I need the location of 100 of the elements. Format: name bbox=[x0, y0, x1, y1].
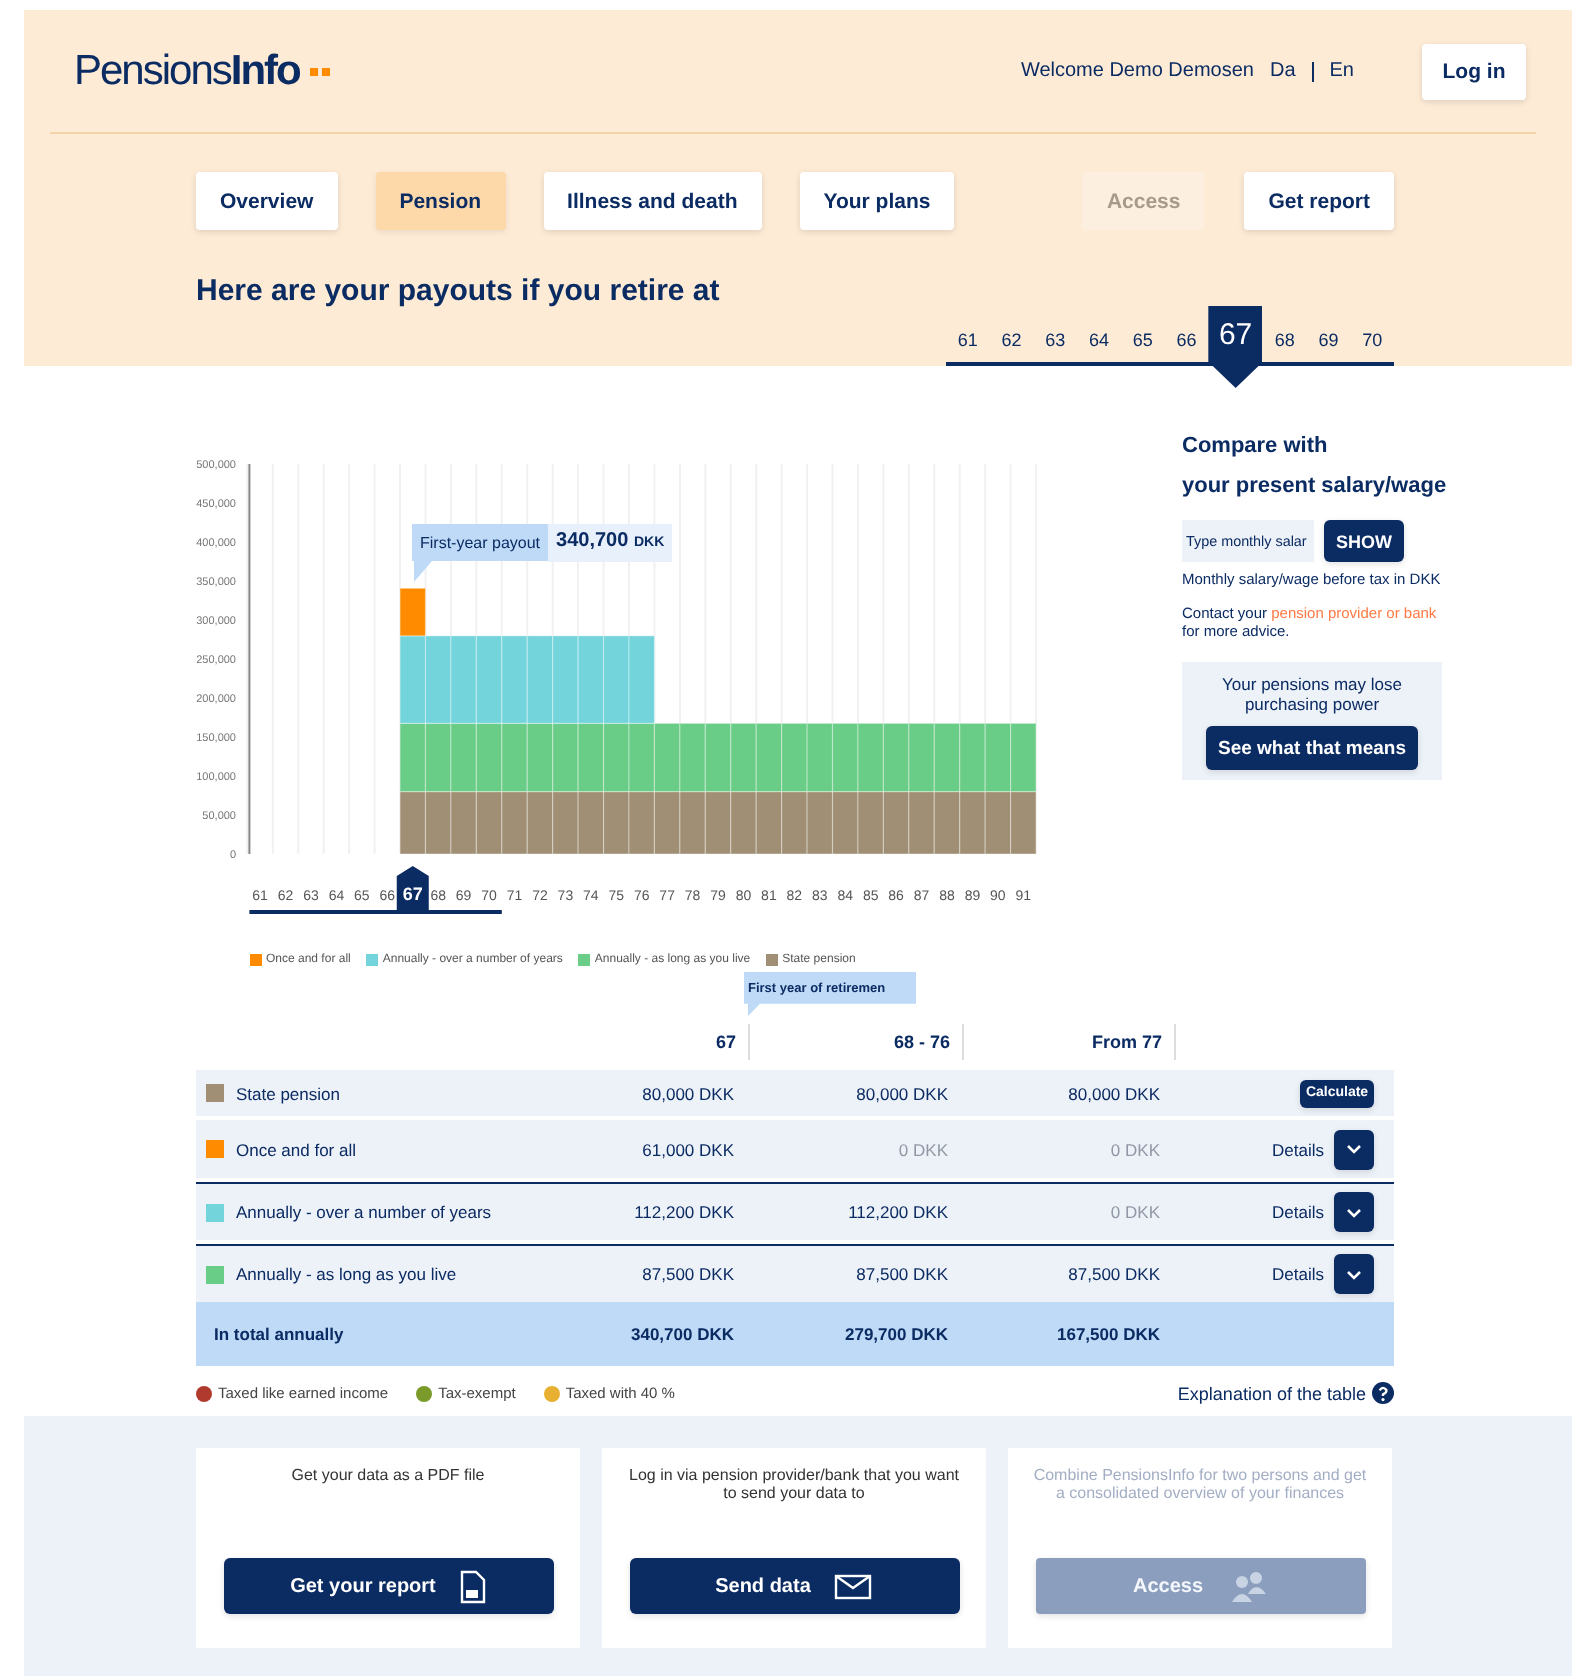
bar bbox=[628, 635, 656, 724]
age-option[interactable]: 70 bbox=[1350, 318, 1395, 362]
help-icon bbox=[1372, 1382, 1394, 1404]
row-label: Annually - over a number of years bbox=[236, 1202, 492, 1222]
chevron-icon bbox=[1344, 1265, 1364, 1283]
explanation-link[interactable]: Explanation of the table bbox=[1177, 1383, 1366, 1403]
card-button[interactable]: Send data bbox=[629, 1558, 959, 1614]
nav-button[interactable]: Get report bbox=[1244, 172, 1394, 230]
table-cell-text: 80,000 DKK bbox=[1066, 1083, 1162, 1103]
bar bbox=[602, 635, 630, 724]
compare-heading: Compare with your present salary/wage bbox=[1182, 432, 1449, 502]
details-link[interactable]: Details bbox=[1272, 1264, 1324, 1284]
bar bbox=[450, 791, 477, 855]
bar bbox=[526, 722, 554, 793]
bar bbox=[628, 722, 656, 793]
row-label: Once and for all bbox=[236, 1139, 357, 1159]
logo[interactable]: PensionsInfo bbox=[74, 47, 300, 95]
age-option[interactable]: 61 bbox=[946, 318, 990, 362]
envelope-icon bbox=[834, 1573, 873, 1599]
nav-tab[interactable]: Overview bbox=[196, 172, 338, 230]
age-option[interactable]: 64 bbox=[1077, 318, 1121, 362]
bar bbox=[857, 791, 884, 855]
bar bbox=[653, 791, 681, 855]
bar bbox=[755, 791, 783, 855]
bar bbox=[933, 722, 961, 793]
column-header: From 77 bbox=[964, 1024, 1176, 1060]
people-icon bbox=[1227, 1569, 1268, 1603]
language-link[interactable]: Da bbox=[1269, 60, 1296, 82]
bar bbox=[399, 791, 427, 855]
bar bbox=[501, 635, 528, 724]
bar bbox=[831, 791, 859, 855]
bar bbox=[781, 722, 808, 793]
bar bbox=[704, 722, 732, 793]
bar bbox=[475, 791, 503, 855]
see-more-button[interactable]: See what that means bbox=[1206, 726, 1418, 770]
bar bbox=[959, 791, 986, 855]
bar bbox=[806, 722, 834, 793]
bar bbox=[704, 791, 732, 855]
table-cell-text: 112,200 DKK bbox=[632, 1202, 736, 1222]
page-title: Here are your payouts if you retire at bbox=[196, 274, 722, 308]
tooltip-label: First-year payout bbox=[412, 524, 549, 582]
logo-dots-icon bbox=[309, 65, 330, 77]
row-label: Annually - as long as you live bbox=[236, 1264, 457, 1284]
bar bbox=[831, 722, 859, 793]
nav-tab[interactable]: Illness and death bbox=[543, 172, 762, 230]
table-cell-text: 0 DKK bbox=[1108, 1139, 1162, 1159]
column-header: 67 bbox=[590, 1024, 750, 1060]
bar bbox=[679, 791, 706, 855]
age-option[interactable]: 67 bbox=[1208, 306, 1263, 388]
table-cell-text: 0 DKK bbox=[1108, 1202, 1162, 1222]
nav-tab[interactable]: Pension bbox=[375, 172, 506, 230]
age-option[interactable]: 63 bbox=[1033, 318, 1078, 362]
bar bbox=[933, 791, 961, 855]
bar bbox=[552, 635, 579, 724]
nav-tab[interactable]: Your plans bbox=[799, 172, 955, 230]
bar bbox=[1010, 791, 1037, 855]
show-button[interactable]: SHOW bbox=[1324, 520, 1404, 562]
bar bbox=[984, 722, 1012, 793]
bar bbox=[577, 791, 605, 855]
bar bbox=[526, 791, 554, 855]
chevron-icon bbox=[1344, 1140, 1364, 1158]
bar bbox=[526, 635, 554, 724]
bar bbox=[577, 635, 605, 724]
welcome-text: Welcome Demo Demosen bbox=[1020, 60, 1254, 82]
table-cell-text: 112,200 DKK bbox=[846, 1202, 950, 1222]
table-cell-text: 0 DKK bbox=[896, 1139, 950, 1159]
bar bbox=[653, 722, 681, 793]
table-cell-text: 80,000 DKK bbox=[640, 1083, 736, 1103]
info-text: Your pensions may lose purchasing power bbox=[1220, 674, 1404, 714]
bar bbox=[399, 722, 427, 793]
table-cell-text: 340,700 DKK bbox=[628, 1324, 736, 1344]
details-link[interactable]: Details bbox=[1272, 1139, 1324, 1159]
bar bbox=[450, 722, 477, 793]
table-cell-text: 167,500 DKK bbox=[1054, 1324, 1162, 1344]
bar bbox=[602, 791, 630, 855]
age-option[interactable]: 65 bbox=[1120, 318, 1165, 362]
expand-button[interactable] bbox=[1334, 1129, 1374, 1169]
details-link[interactable]: Details bbox=[1272, 1202, 1324, 1222]
card-button[interactable]: Get your report bbox=[223, 1558, 553, 1614]
document-icon bbox=[459, 1569, 486, 1603]
card-text: Combine PensionsInfo for two persons and get a consolidated overview of your finances bbox=[1032, 1466, 1368, 1506]
bar bbox=[730, 722, 757, 793]
language-link[interactable]: En bbox=[1329, 60, 1354, 82]
age-option[interactable]: 68 bbox=[1262, 318, 1307, 362]
table-cell-text: 80,000 DKK bbox=[854, 1083, 950, 1103]
expand-button[interactable] bbox=[1334, 1192, 1374, 1232]
login-button[interactable]: Log in bbox=[1422, 43, 1526, 99]
age-option[interactable]: 62 bbox=[989, 318, 1034, 362]
age-option[interactable]: 69 bbox=[1306, 318, 1351, 362]
bar bbox=[424, 791, 452, 855]
table-cell-text: 87,500 DKK bbox=[854, 1264, 950, 1284]
bar bbox=[806, 791, 834, 855]
bar bbox=[552, 722, 579, 793]
column-header: 68 - 76 bbox=[750, 1024, 964, 1060]
card-text: Get your data as a PDF file bbox=[291, 1466, 485, 1488]
expand-button[interactable] bbox=[1334, 1254, 1374, 1294]
row-label: State pension bbox=[236, 1083, 340, 1103]
card-text: Log in via pension provider/bank that you want to send your data to bbox=[627, 1466, 961, 1506]
bar bbox=[908, 791, 935, 855]
age-option[interactable]: 66 bbox=[1164, 318, 1209, 362]
